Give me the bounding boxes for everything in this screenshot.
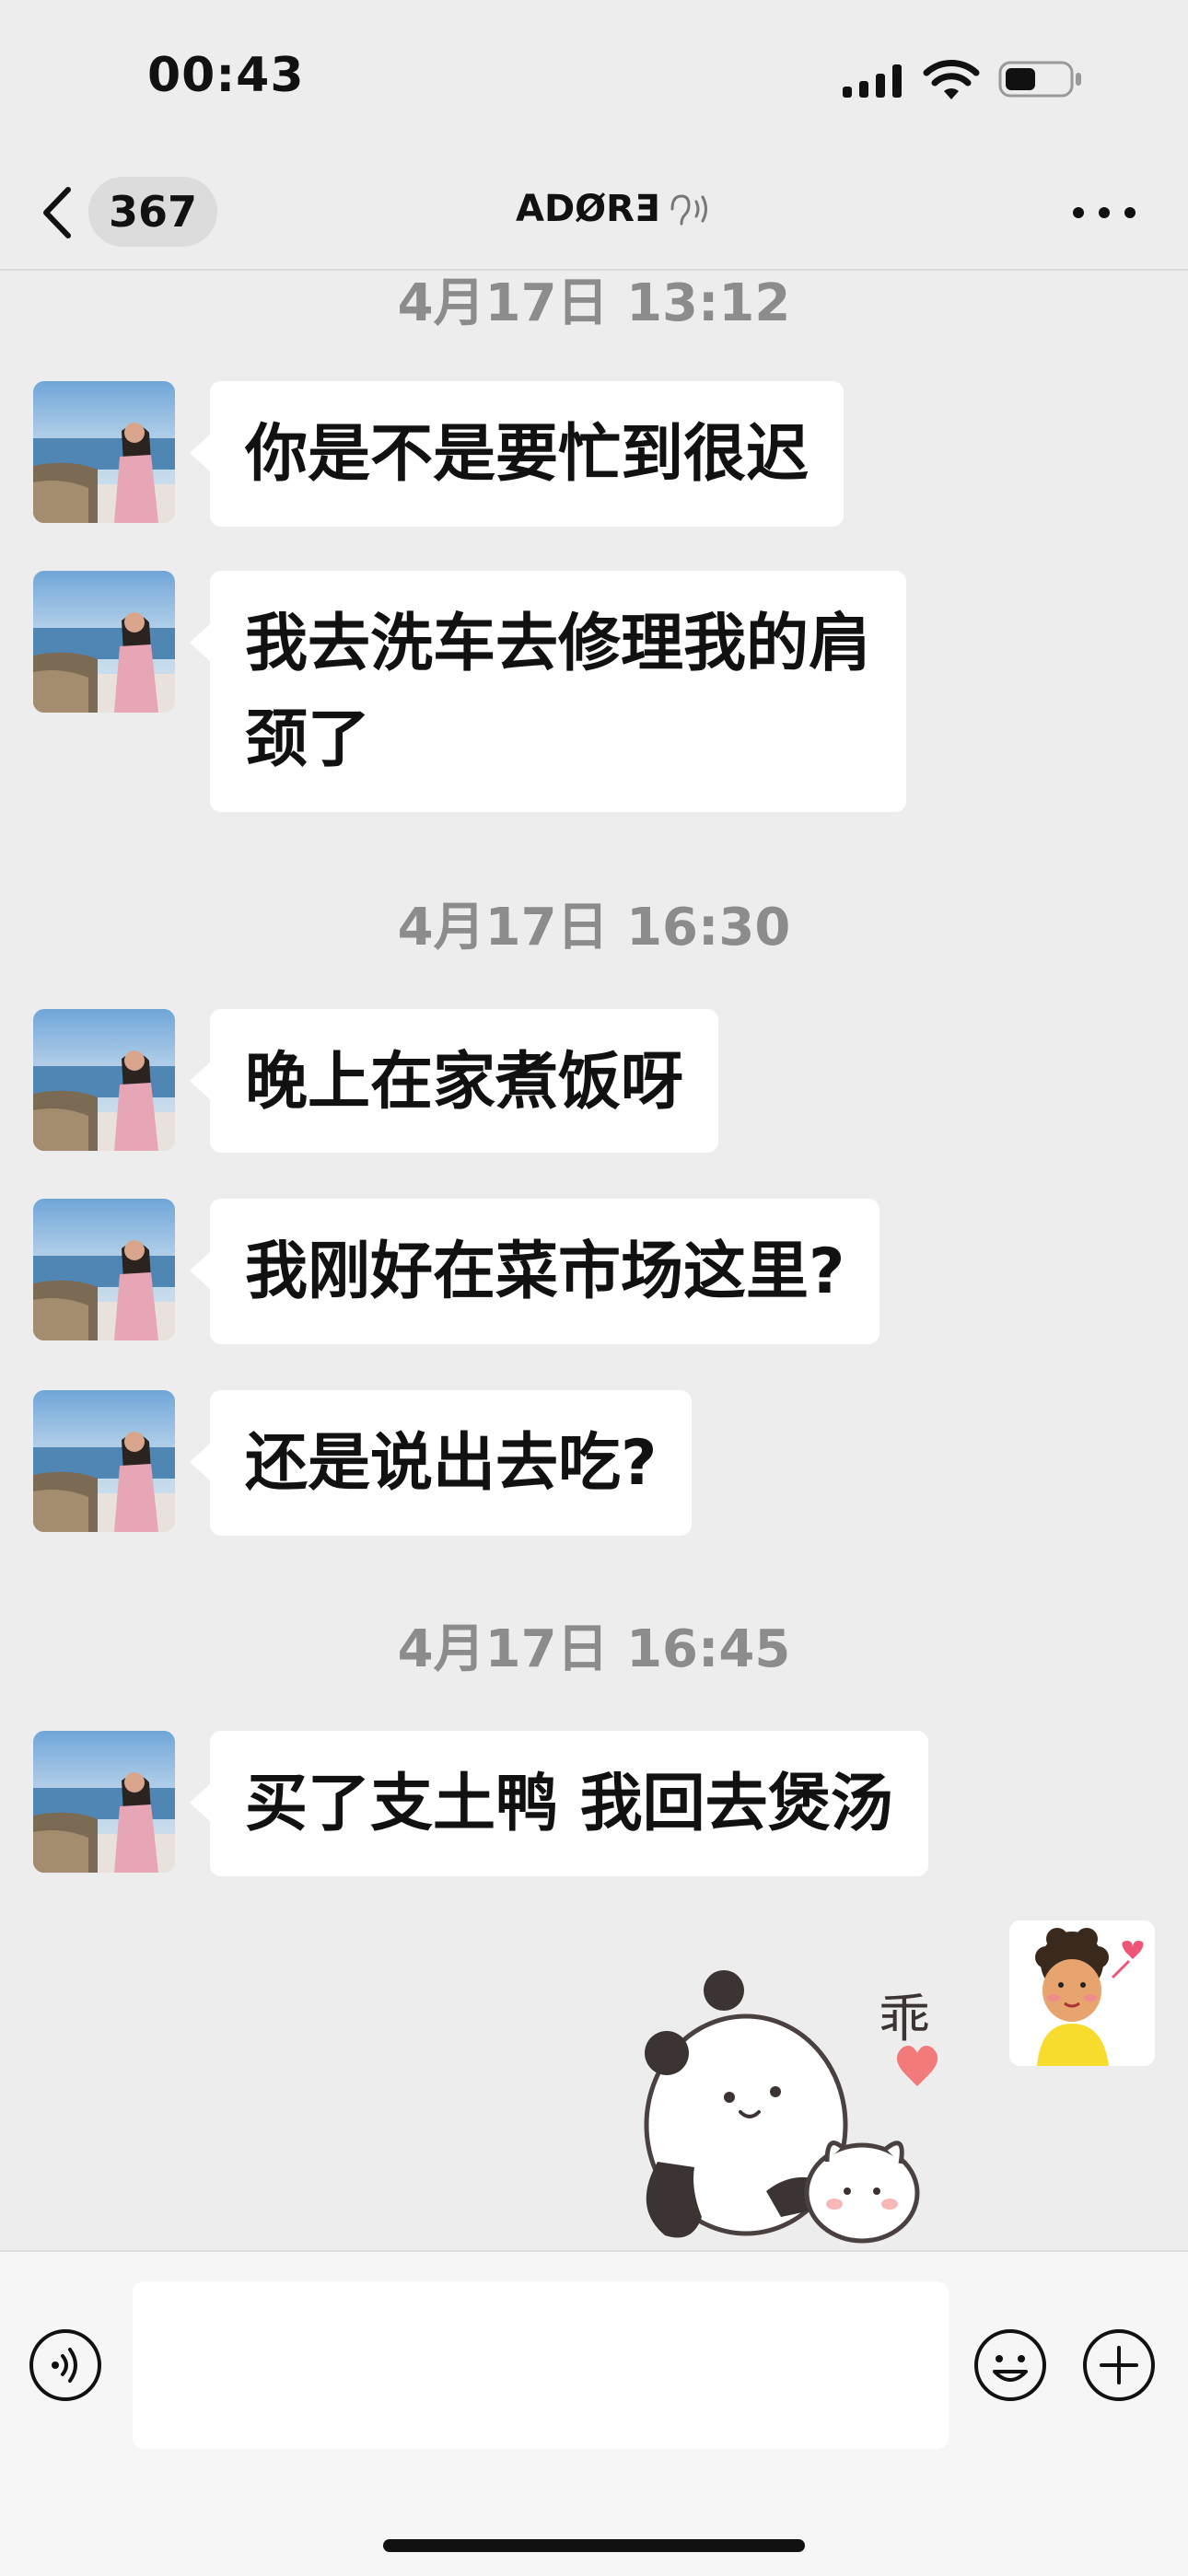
contact-avatar[interactable]	[33, 571, 175, 713]
status-time: 00:43	[147, 48, 305, 103]
sticker-text: 乖	[879, 1990, 930, 2049]
plus-icon[interactable]	[1081, 2327, 1157, 2403]
sound-icon	[670, 194, 708, 226]
message-bubble[interactable]: 你是不是要忙到很迟	[189, 381, 844, 527]
battery-icon	[998, 61, 1081, 98]
message-bubble[interactable]: 我去洗车去修理我的肩 颈了	[189, 571, 907, 812]
chat-title[interactable]: ADØRƎ	[516, 188, 711, 230]
self-avatar[interactable]	[1009, 1920, 1155, 2066]
input-bar	[0, 2250, 1188, 2576]
contact-avatar[interactable]	[33, 1199, 175, 1340]
status-bar: 00:43	[0, 0, 1188, 157]
panda-sticker[interactable]: 乖	[610, 1950, 978, 2256]
message-timestamp: 4月17日 16:30	[397, 898, 791, 957]
home-indicator	[383, 2539, 805, 2552]
unread-count-badge[interactable]: 367	[88, 177, 218, 247]
emoji-icon[interactable]	[973, 2327, 1048, 2403]
message-bubble[interactable]: 晚上在家煮饭呀	[189, 1009, 719, 1153]
wifi-icon	[923, 60, 980, 99]
contact-avatar[interactable]	[33, 1009, 175, 1151]
voice-input-icon[interactable]	[28, 2327, 103, 2403]
message-timestamp: 4月17日 16:45	[397, 1619, 791, 1679]
message-bubble[interactable]: 我刚好在菜市场这里?	[189, 1199, 880, 1344]
contact-avatar[interactable]	[33, 1390, 175, 1532]
chevron-left-icon[interactable]	[37, 184, 76, 241]
message-timestamp: 4月17日 13:12	[397, 273, 791, 333]
contact-avatar[interactable]	[33, 1731, 175, 1873]
chat-header: 367 ADØRƎ	[0, 157, 1188, 271]
message-bubble[interactable]: 买了支土鸭 我回去煲汤	[190, 1731, 928, 1876]
message-input[interactable]	[133, 2281, 949, 2449]
more-dots-icon[interactable]	[1070, 190, 1138, 236]
contact-avatar[interactable]	[33, 381, 175, 523]
message-bubble[interactable]: 还是说出去吃?	[189, 1390, 693, 1536]
contact-name: ADØRƎ	[516, 188, 660, 230]
signal-icon	[843, 64, 902, 98]
